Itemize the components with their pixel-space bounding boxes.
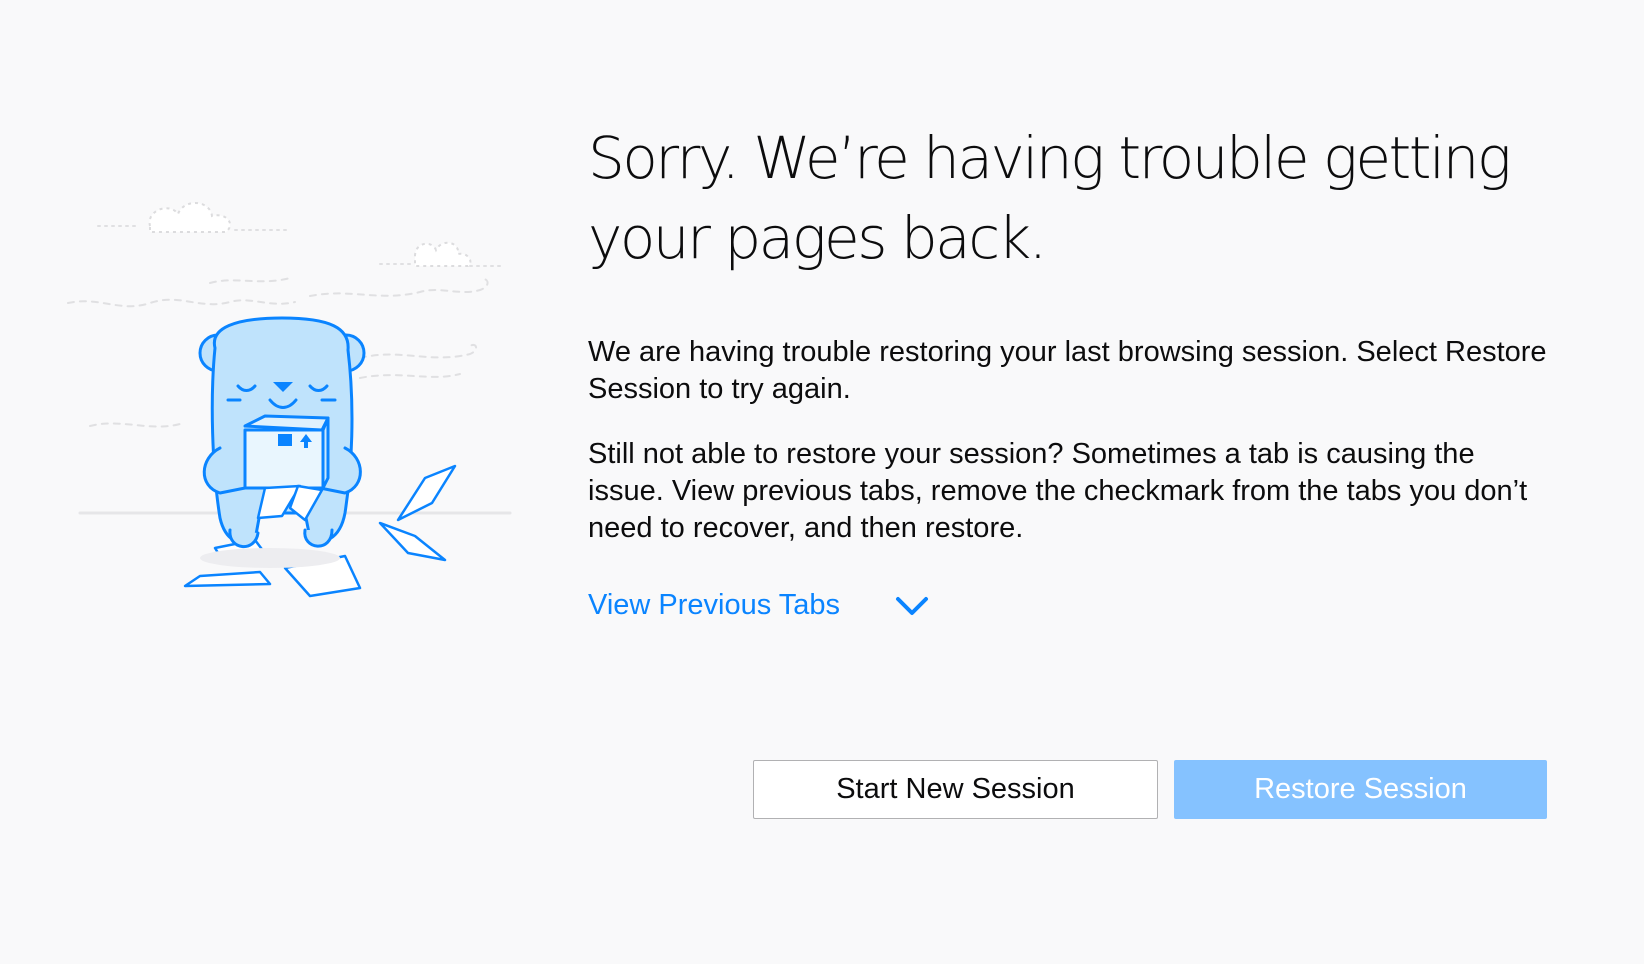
error-content: Sorry. We’re having trouble getting your… [588,118,1548,624]
view-previous-tabs-label[interactable]: View Previous Tabs [588,587,840,624]
chevron-down-icon[interactable] [895,595,929,617]
page-title: Sorry. We’re having trouble getting your… [588,124,1512,272]
cloud-icon [148,202,472,267]
error-description: We are having trouble restoring your las… [588,336,1547,405]
error-help-text: Still not able to restore your session? … [588,438,1528,544]
restore-session-button[interactable]: Restore Session [1174,760,1547,819]
view-previous-tabs-toggle[interactable]: View Previous Tabs [588,587,929,624]
sad-bear-illustration [60,168,530,638]
start-new-session-button[interactable]: Start New Session [753,760,1158,819]
